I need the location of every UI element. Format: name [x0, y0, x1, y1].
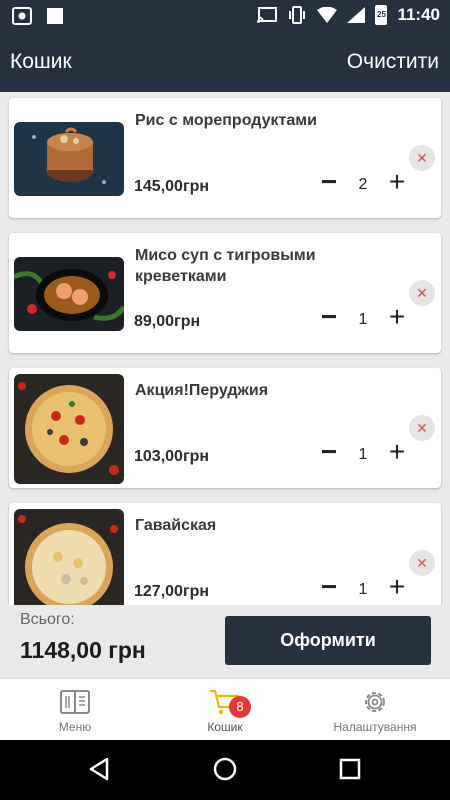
quantity-value: 1: [358, 581, 368, 598]
item-price: 103,00грн: [134, 448, 210, 465]
system-nav-bar: [0, 740, 450, 800]
signal-icon: [347, 7, 366, 23]
menu-book-icon: [60, 690, 90, 714]
battery-level: 25: [377, 10, 386, 19]
tab-cart-label: Кошик: [207, 720, 243, 734]
item-image-rice-seafood: [14, 122, 124, 196]
clock: 11:40: [397, 5, 440, 24]
tab-settings-label: Налаштування: [333, 720, 417, 734]
item-price: 145,00грн: [134, 178, 210, 195]
screenshot-icon: [12, 7, 32, 25]
total-label: Всього:: [20, 611, 75, 628]
decrease-quantity-button[interactable]: −: [317, 572, 341, 602]
decrease-quantity-button[interactable]: −: [317, 302, 341, 332]
increase-quantity-button[interactable]: +: [385, 437, 409, 467]
bottom-tab-bar: Меню 8 Кошик Налаштування: [0, 678, 450, 740]
cart-list[interactable]: Рис с морепродуктами 145,00грн − 2 + ✕ М…: [0, 92, 450, 605]
quantity-value: 2: [358, 176, 368, 193]
item-price: 127,00грн: [134, 583, 210, 600]
item-price: 89,00грн: [134, 313, 201, 330]
status-bar: 25 11:40: [0, 0, 450, 32]
quantity-value: 1: [358, 311, 368, 328]
total-value: 1148,00 грн: [20, 637, 146, 663]
item-name: Рис с морепродуктами: [135, 112, 317, 129]
back-icon[interactable]: [85, 754, 115, 784]
item-image-pizza-perugia: [14, 374, 124, 484]
item-name: Мисо суп с тигровыми креветками: [135, 247, 316, 285]
home-icon[interactable]: [210, 754, 240, 784]
tab-menu[interactable]: Меню: [0, 679, 150, 741]
item-image-miso-soup: [14, 257, 124, 331]
remove-item-button[interactable]: ✕: [409, 415, 435, 441]
cart-count-badge: 8: [229, 696, 251, 718]
tab-menu-label: Меню: [58, 720, 92, 734]
tab-cart[interactable]: 8 Кошик: [150, 679, 300, 741]
page-title: Кошик: [10, 50, 72, 73]
remove-item-button[interactable]: ✕: [409, 280, 435, 306]
item-image-pizza-hawaiian: [14, 509, 124, 605]
cart-item: Акция!Перуджия 103,00грн − 1 + ✕: [9, 368, 441, 488]
wifi-icon: [317, 7, 338, 23]
decrease-quantity-button[interactable]: −: [317, 437, 341, 467]
item-name: Акция!Перуджия: [135, 382, 269, 399]
increase-quantity-button[interactable]: +: [385, 572, 409, 602]
notification-square-icon: [47, 8, 63, 24]
item-name: Гавайская: [135, 517, 217, 534]
cart-item: Мисо суп с тигровыми креветками 89,00грн…: [9, 233, 441, 353]
battery-icon: 25: [375, 5, 388, 25]
cast-icon: [257, 7, 278, 23]
cart-item: Рис с морепродуктами 145,00грн − 2 + ✕: [9, 98, 441, 218]
tab-settings[interactable]: Налаштування: [300, 679, 450, 741]
clear-cart-button[interactable]: Очистити: [347, 50, 439, 74]
vibrate-icon: [289, 6, 306, 24]
app-bar: Кошик Очистити: [0, 32, 450, 92]
decrease-quantity-button[interactable]: −: [317, 167, 341, 197]
checkout-button[interactable]: Оформити: [225, 616, 431, 665]
gear-icon: [365, 692, 385, 712]
increase-quantity-button[interactable]: +: [385, 167, 409, 197]
increase-quantity-button[interactable]: +: [385, 302, 409, 332]
total-bar: Всього: 1148,00 грн Оформити: [0, 605, 450, 678]
remove-item-button[interactable]: ✕: [409, 145, 435, 171]
recents-icon[interactable]: [335, 754, 365, 784]
quantity-value: 1: [358, 446, 368, 463]
remove-item-button[interactable]: ✕: [409, 550, 435, 576]
cart-item: Гавайская 127,00грн − 1 + ✕: [9, 503, 441, 605]
